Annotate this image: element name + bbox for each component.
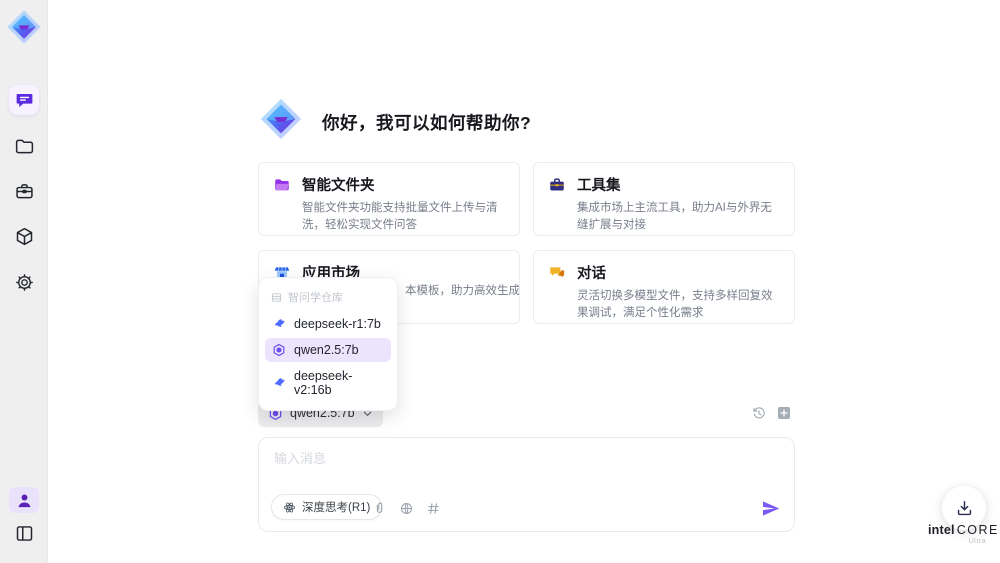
card-conversation[interactable]: 对话 灵活切换多模型文件，支持多样回复效果调试，满足个性化需求 bbox=[533, 250, 795, 324]
card-title: 工具集 bbox=[577, 178, 621, 194]
chat-input-box: 深度思考(R1) bbox=[258, 437, 795, 532]
card-description-partial: 本模板，助力高效生成多 bbox=[405, 285, 519, 297]
card-title: 智能文件夹 bbox=[302, 178, 375, 194]
history-icon[interactable] bbox=[751, 405, 767, 421]
new-chat-icon[interactable] bbox=[776, 405, 792, 421]
attachment-icon[interactable] bbox=[372, 501, 387, 516]
panel-icon bbox=[16, 525, 32, 541]
card-toolset[interactable]: 工具集 集成市场上主流工具，助力AI与外界无缝扩展与对接 bbox=[533, 162, 795, 236]
user-icon bbox=[18, 494, 30, 507]
deep-think-label: 深度思考(R1) bbox=[302, 502, 371, 514]
intel-wordmark: intel bbox=[928, 523, 955, 537]
core-tier-label: Ultra bbox=[968, 538, 986, 545]
app-logo-icon bbox=[5, 8, 43, 46]
chat-gold-icon bbox=[550, 266, 565, 277]
deepseek-logo bbox=[274, 319, 285, 327]
sidebar-item-chat[interactable] bbox=[9, 85, 39, 115]
sidebar-item-folders[interactable] bbox=[9, 131, 39, 161]
briefcase-navy-icon bbox=[550, 177, 564, 190]
gear-icon bbox=[15, 273, 33, 291]
model-option-qwen[interactable]: qwen2.5:7b bbox=[265, 338, 391, 362]
card-description: 集成市场上主流工具，助力AI与外界无缝扩展与对接 bbox=[577, 202, 772, 231]
model-dropdown-header: 智问学仓库 bbox=[265, 284, 391, 312]
card-description: 智能文件夹功能支持批量文件上传与清洗，轻松实现文件问答 bbox=[302, 202, 498, 231]
folder-purple-icon bbox=[275, 178, 289, 190]
cube-icon bbox=[16, 227, 32, 245]
hash-icon[interactable] bbox=[426, 501, 441, 516]
app-window: 你好，我可以如何帮助你? 智能文件夹 智能文件夹功能支持批量文件上传与清洗，轻松… bbox=[0, 0, 1000, 563]
globe-icon[interactable] bbox=[399, 501, 414, 516]
page-title: 你好，我可以如何帮助你? bbox=[322, 113, 532, 133]
model-option-deepseek-r1[interactable]: deepseek-r1:7b bbox=[265, 312, 391, 336]
card-smart-folder[interactable]: 智能文件夹 智能文件夹功能支持批量文件上传与清洗，轻松实现文件问答 bbox=[258, 162, 520, 236]
send-button[interactable] bbox=[761, 499, 780, 518]
intel-core-badge: intel core Ultra bbox=[928, 521, 997, 545]
model-option-deepseek-v2[interactable]: deepseek-v2:16b bbox=[265, 364, 391, 402]
sidebar-item-settings[interactable] bbox=[9, 267, 39, 297]
card-title: 对话 bbox=[577, 266, 606, 282]
message-input[interactable] bbox=[274, 448, 754, 488]
folder-icon bbox=[15, 139, 33, 153]
chat-icon bbox=[16, 93, 32, 107]
sidebar-item-user[interactable] bbox=[9, 487, 39, 513]
sidebar-item-models[interactable] bbox=[9, 221, 39, 251]
greeting-logo-icon bbox=[258, 96, 304, 142]
sidebar-item-toolbox[interactable] bbox=[9, 176, 39, 206]
card-description: 灵活切换多模型文件，支持多样回复效果调试，满足个性化需求 bbox=[577, 290, 773, 319]
atom-icon bbox=[283, 502, 296, 512]
repo-icon bbox=[271, 292, 282, 302]
model-dropdown: 智问学仓库 deepseek-r1:7b qwen2.5:7b deepseek… bbox=[258, 277, 398, 411]
sidebar-item-panel-toggle[interactable] bbox=[9, 518, 39, 548]
briefcase-icon bbox=[15, 183, 33, 198]
deepseek-logo bbox=[274, 378, 285, 386]
deep-think-toggle[interactable]: 深度思考(R1) bbox=[271, 494, 383, 520]
download-icon bbox=[957, 500, 971, 515]
core-wordmark: core bbox=[956, 523, 999, 537]
qwen-logo bbox=[273, 343, 285, 357]
sidebar bbox=[0, 0, 48, 563]
send-icon bbox=[762, 501, 780, 516]
